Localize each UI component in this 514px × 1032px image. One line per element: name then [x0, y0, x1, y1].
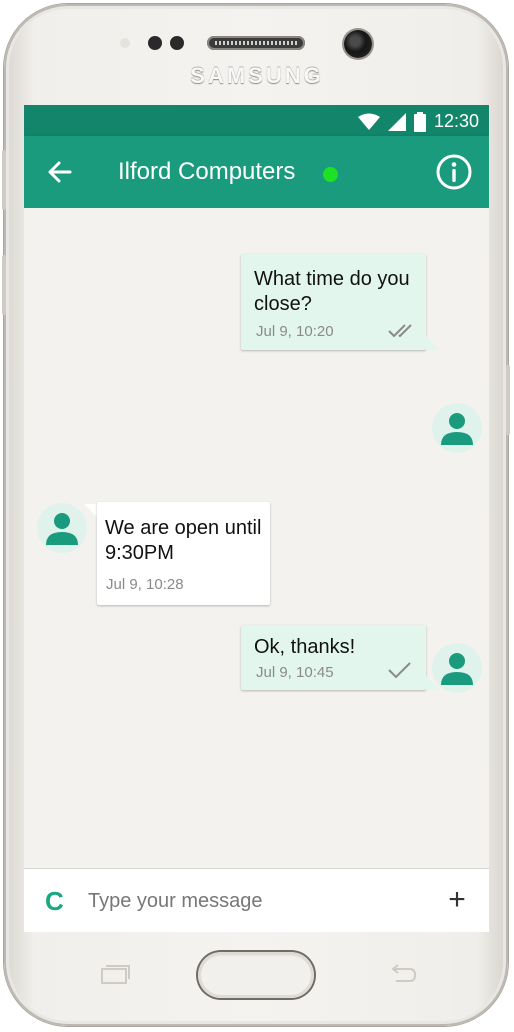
sensor-dot-faint [120, 38, 130, 48]
app-bar: Ilford Computers [24, 136, 489, 208]
recent-apps-icon[interactable] [98, 963, 132, 985]
power-button [506, 365, 510, 435]
front-camera [344, 30, 372, 58]
avatar [37, 503, 87, 553]
message-bubble-outgoing[interactable]: What time do you close? Jul 9, 10:20 [241, 254, 426, 350]
volume-button [2, 150, 6, 210]
message-text: What time do you close? [254, 267, 410, 317]
double-check-icon [388, 324, 412, 338]
message-list[interactable]: What time do you close? Jul 9, 10:20 We … [24, 208, 489, 868]
message-timestamp: Jul 9, 10:20 [256, 323, 334, 340]
status-bar: 12:30 [24, 105, 489, 136]
sensor-dot [148, 36, 162, 50]
bubble-tail [426, 336, 440, 350]
message-line: 9:30PM [105, 542, 174, 564]
user-icon [441, 653, 473, 685]
composer-logo: C [45, 886, 64, 916]
back-key-icon[interactable] [384, 963, 418, 985]
message-text: We are open until 9:30PM [105, 516, 261, 566]
bubble-tail [84, 504, 98, 518]
message-composer: C + [24, 868, 489, 932]
avatar [432, 403, 482, 453]
conversation-title: Ilford Computers [118, 158, 296, 185]
user-icon [441, 413, 473, 445]
message-line: Ok, thanks! [254, 636, 356, 658]
message-timestamp: Jul 9, 10:28 [106, 576, 184, 593]
phone-screen: 12:30 Ilford Computers What time do you … [24, 105, 489, 932]
battery-icon [413, 111, 426, 132]
message-line: We are open until [105, 517, 262, 539]
status-time: 12:30 [433, 111, 479, 131]
message-bubble-outgoing[interactable]: Ok, thanks! Jul 9, 10:45 [241, 625, 426, 690]
signal-icon [387, 112, 406, 131]
message-line: close? [254, 293, 312, 315]
message-line: What time do you [254, 268, 410, 290]
online-status-indicator [323, 167, 338, 182]
wifi-icon [357, 113, 380, 130]
volume-button-lower [2, 255, 6, 315]
sensor-dot-2 [170, 36, 184, 50]
message-timestamp: Jul 9, 10:45 [256, 664, 334, 681]
message-input[interactable] [88, 884, 418, 918]
arrow-left-icon[interactable] [44, 156, 76, 188]
message-text: Ok, thanks! [254, 635, 355, 660]
avatar [432, 643, 482, 693]
home-button[interactable] [198, 952, 314, 998]
user-icon [46, 513, 78, 545]
check-icon [388, 662, 411, 679]
earpiece-grille [207, 36, 305, 50]
message-bubble-incoming[interactable]: We are open until 9:30PM Jul 9, 10:28 [97, 502, 270, 605]
add-attachment-button[interactable]: + [442, 883, 472, 917]
info-icon[interactable] [435, 153, 473, 191]
brand-logo: SAMSUNG [190, 63, 324, 88]
